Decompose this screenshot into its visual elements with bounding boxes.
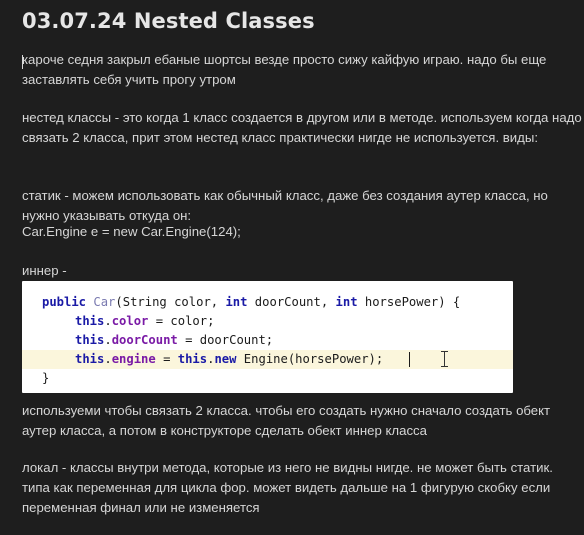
paragraph-intro[interactable]: кароче седня закрыл ебаные шортсы везде … (22, 50, 582, 90)
code-line: this.color = color; (75, 314, 215, 328)
paragraph-inner-usage[interactable]: используеми чтобы связать 2 класса. чтоб… (22, 401, 582, 441)
code-line: } (42, 371, 50, 385)
code-line: this.doorCount = doorCount; (75, 333, 274, 347)
ibeam-cursor-icon (440, 351, 450, 367)
paragraph-nested-definition[interactable]: нестед классы - это когда 1 класс создае… (22, 108, 582, 148)
paragraph-local[interactable]: локал - классы внутри метода, которые из… (22, 458, 582, 518)
code-line: public Car(String color, int doorCount, … (42, 295, 461, 309)
paragraph-static[interactable]: статик - можем использовать как обычный … (22, 186, 582, 226)
note-title[interactable]: 03.07.24 Nested Classes (22, 9, 315, 33)
code-screenshot-image: public Car(String color, int doorCount, … (22, 281, 513, 393)
code-text-caret (409, 352, 410, 367)
paragraph-static-example[interactable]: Car.Engine e = new Car.Engine(124); (22, 222, 582, 242)
paragraph-inner[interactable]: иннер - (22, 261, 582, 281)
